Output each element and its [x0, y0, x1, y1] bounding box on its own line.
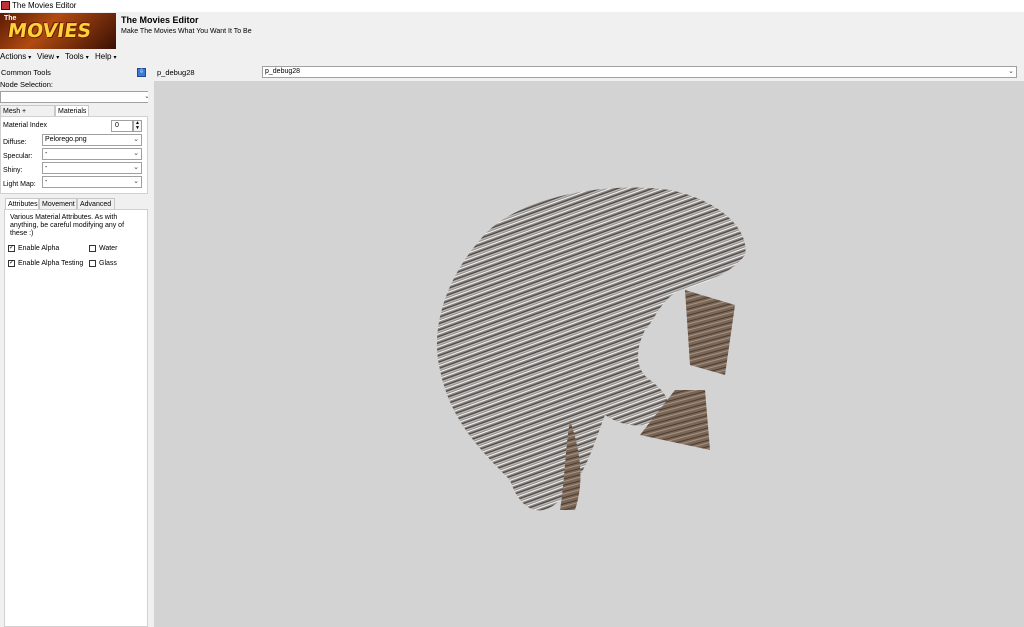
banner-title: The Movies Editor [121, 15, 199, 25]
menu-bar [0, 50, 1024, 64]
menu-tools[interactable]: Tools ▾ [65, 52, 89, 61]
hair-model-render [436, 187, 746, 511]
glass-checkbox[interactable] [89, 260, 96, 267]
water-checkbox[interactable] [89, 245, 96, 252]
diffuse-label: Diffuse: [3, 139, 27, 146]
glass-label: Glass [99, 260, 117, 267]
app-icon [1, 1, 10, 10]
diffuse-dropdown[interactable]: Pelorego.png ⌄ [42, 134, 142, 146]
hair-mesh [436, 187, 746, 511]
attributes-description: Various Material Attributes. As with any… [10, 214, 125, 237]
enable-alpha-checkbox[interactable]: ✓ [8, 245, 15, 252]
material-index-label: Material Index [3, 122, 47, 129]
menu-view[interactable]: View ▾ [37, 52, 59, 61]
pin-icon[interactable]: ⇩ [137, 68, 146, 77]
banner-subtitle: Make The Movies What You Want It To Be [121, 28, 252, 35]
tab-attributes[interactable]: Attributes [5, 198, 39, 209]
chevron-down-icon: ▾ [28, 55, 32, 61]
window-title: The Movies Editor [12, 1, 77, 10]
lightmap-label: Light Map: [3, 181, 36, 188]
shiny-label: Shiny: [3, 167, 23, 174]
enable-alpha-label: Enable Alpha [18, 245, 60, 252]
chevron-down-icon: ▾ [85, 55, 89, 61]
specular-dropdown[interactable]: - ⌄ [42, 148, 142, 160]
tab-mesh-textures[interactable]: Mesh + Textures [0, 105, 55, 126]
chevron-down-icon: ⌄ [133, 150, 139, 157]
chevron-down-icon: ⌄ [133, 136, 139, 143]
model-dropdown[interactable]: p_debug28 ⌄ [262, 66, 1017, 78]
specular-label: Specular: [3, 153, 33, 160]
material-index-spinner[interactable]: ▲ ▼ [133, 120, 142, 132]
menu-actions[interactable]: Actions ▾ [0, 52, 31, 61]
chevron-down-icon: ⌄ [1008, 68, 1014, 75]
chevron-down-icon: ⌄ [133, 164, 139, 171]
lightmap-dropdown[interactable]: - ⌄ [42, 176, 142, 188]
chevron-down-icon: ▾ [113, 55, 117, 61]
chevron-down-icon: ▾ [56, 55, 60, 61]
tab-advanced[interactable]: Advanced [77, 198, 115, 209]
model-label: p_debug28 [157, 68, 195, 77]
attributes-tab-page [4, 209, 148, 627]
enable-alpha-testing-label: Enable Alpha Testing [18, 260, 84, 267]
shiny-dropdown[interactable]: - ⌄ [42, 162, 142, 174]
water-label: Water [99, 245, 118, 252]
movies-logo: The MOVIES [0, 13, 116, 49]
node-selection-label: Node Selection: [0, 80, 53, 89]
node-selection-dropdown[interactable]: ⌄ [0, 91, 153, 103]
chevron-down-icon: ⌄ [133, 178, 139, 185]
tab-movement[interactable]: Movement [39, 198, 77, 209]
tab-materials[interactable]: Materials [55, 105, 89, 116]
title-bar [0, 0, 1024, 12]
material-index-input[interactable]: 0 [111, 120, 133, 132]
enable-alpha-testing-checkbox[interactable]: ✓ [8, 260, 15, 267]
menu-help[interactable]: Help ▾ [95, 52, 116, 61]
logo-word: MOVIES [6, 20, 93, 42]
common-tools-label: Common Tools [1, 68, 51, 77]
